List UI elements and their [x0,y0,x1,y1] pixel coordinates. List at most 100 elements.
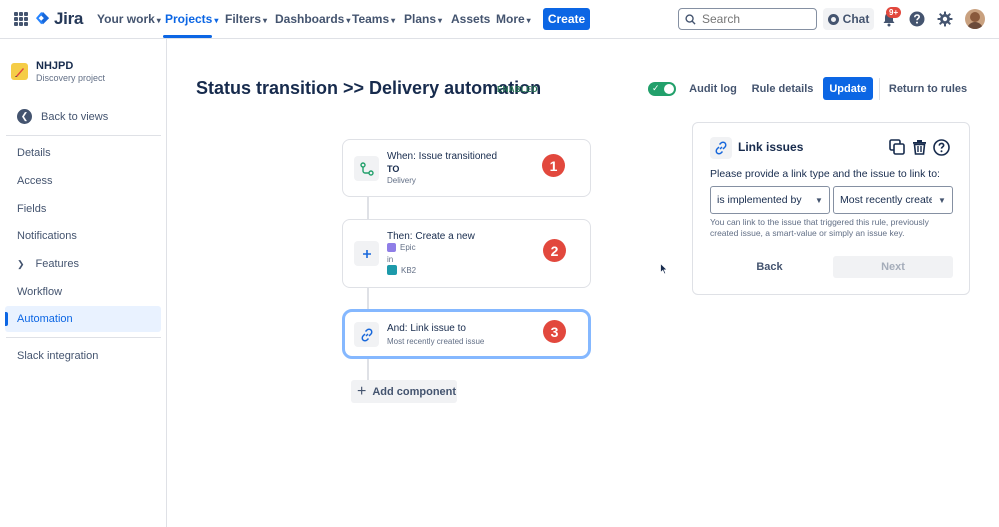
transition-icon [354,156,379,181]
link-type-select[interactable]: is implemented by ▼ [710,186,830,214]
add-component-button[interactable]: + Add component [351,380,457,403]
step-number-badge: 1 [542,154,565,177]
nav-projects[interactable]: Projects ▾ [165,12,218,26]
arrow-left-icon: ❮ [17,109,32,124]
chat-label: Chat [842,12,870,26]
top-navigation: Jira Your work ▾ Projects ▾ Filters ▾ Dashb… [0,0,999,39]
chevron-right-icon[interactable]: ❯ [17,259,25,270]
divider [6,337,161,338]
nav-dashboards[interactable]: Dashboards ▾ [275,12,350,26]
chevron-down-icon: ▾ [156,16,161,25]
create-button[interactable]: Create [543,8,590,30]
update-button[interactable]: Update [823,77,873,100]
back-button[interactable]: Back [717,256,822,278]
audit-log-button[interactable]: Audit log [688,77,738,100]
help-button[interactable] [908,10,926,28]
link-issue-subtitle: Most recently created issue [387,337,485,346]
sidebar-item-workflow[interactable]: Workflow [5,279,161,305]
chevron-down-icon: ▼ [938,195,946,205]
chevron-down-icon: ▼ [815,195,823,205]
link-target-select[interactable]: Most recently created issue ▼ [833,186,953,214]
link-issue-title: And: Link issue to [387,323,466,334]
help-button[interactable] [931,137,951,157]
checkmark-icon: ✓ [652,83,660,93]
help-icon [932,138,950,156]
settings-icon [937,11,953,27]
trash-icon [912,140,926,155]
action-title: Then: Create a new [387,231,475,242]
link-issues-panel: Link issues Please provide a link type a… [692,122,970,295]
project-icon [387,265,397,275]
nav-your-work[interactable]: Your work ▾ [97,12,161,26]
connector-line [367,287,369,311]
jira-logo-icon [36,12,50,25]
sidebar-item-slack-integration[interactable]: Slack integration [5,343,161,369]
sidebar: NHJPD Discovery project ❮ Back to views … [0,39,167,527]
mouse-cursor-icon [660,263,668,275]
chevron-down-icon: ▾ [263,16,268,25]
sidebar-item-notifications[interactable]: Notifications [5,223,161,249]
search-input[interactable] [702,12,802,26]
action-project: KB2 [387,265,416,275]
link-icon [354,322,379,347]
notifications-badge: 9+ [886,7,902,18]
action-card[interactable]: Then: Create a new Epic in KB2 2 [342,219,591,288]
chat-icon [827,13,839,25]
trigger-card[interactable]: When: Issue transitioned TO Delivery 1 [342,139,591,197]
rule-details-button[interactable]: Rule details [750,77,815,100]
avatar[interactable] [965,9,985,29]
search-box[interactable] [678,8,817,30]
chevron-down-icon: ▾ [438,16,443,25]
link-type-value: is implemented by [717,194,802,206]
jira-logo[interactable]: Jira [36,9,83,28]
action-in-label: in [387,255,394,264]
panel-description: Please provide a link type and the issue… [710,168,940,180]
return-to-rules-button[interactable]: Return to rules [888,77,968,100]
connector-line [367,357,369,381]
nav-teams[interactable]: Teams ▾ [352,12,395,26]
toggle-knob [664,84,674,94]
add-component-label: Add component [372,385,457,398]
action-issue-type: Epic [387,243,416,252]
plus-icon: + [357,382,367,400]
project-avatar-icon [11,63,28,80]
chevron-down-icon: ▾ [214,16,219,25]
link-target-value: Most recently created issue [840,194,932,206]
chevron-down-icon: ▾ [526,16,531,25]
panel-title: Link issues [738,140,804,154]
back-to-views-link[interactable]: ❮ Back to views [17,109,108,124]
search-icon [685,13,696,25]
back-to-views-label: Back to views [41,110,109,123]
sidebar-item-details[interactable]: Details [5,140,161,166]
chat-button[interactable]: Chat [823,8,874,30]
plus-icon [354,241,379,266]
sidebar-item-automation[interactable]: Automation [5,306,161,332]
help-icon [909,11,925,27]
settings-button[interactable] [936,10,954,28]
duplicate-icon [889,139,905,155]
epic-icon [387,243,396,252]
trigger-to-label: TO [387,164,400,174]
nav-filters[interactable]: Filters ▾ [225,12,267,26]
nav-more[interactable]: More ▾ [496,12,531,26]
panel-help-text: You can link to the issue that triggered… [710,217,929,238]
sidebar-item-fields[interactable]: Fields [5,196,161,222]
app-switcher-icon[interactable] [14,12,28,26]
chevron-down-icon: ▾ [391,16,396,25]
next-button[interactable]: Next [833,256,953,278]
sidebar-item-features[interactable]: ❯ Features [5,251,161,277]
nav-assets[interactable]: Assets [451,12,490,26]
active-nav-indicator [163,35,212,38]
duplicate-button[interactable] [887,137,907,157]
divider [879,78,880,100]
rule-enabled-toggle[interactable]: ✓ [648,82,676,96]
connector-line [367,196,369,220]
trigger-to-value: Delivery [387,176,416,185]
status-badge: ENABLED [497,85,538,94]
chevron-down-icon: ▾ [346,16,351,25]
sidebar-item-access[interactable]: Access [5,168,161,194]
link-icon [710,137,732,159]
delete-button[interactable] [909,137,929,157]
link-issue-card[interactable]: And: Link issue to Most recently created… [342,309,591,359]
nav-plans[interactable]: Plans ▾ [404,12,442,26]
